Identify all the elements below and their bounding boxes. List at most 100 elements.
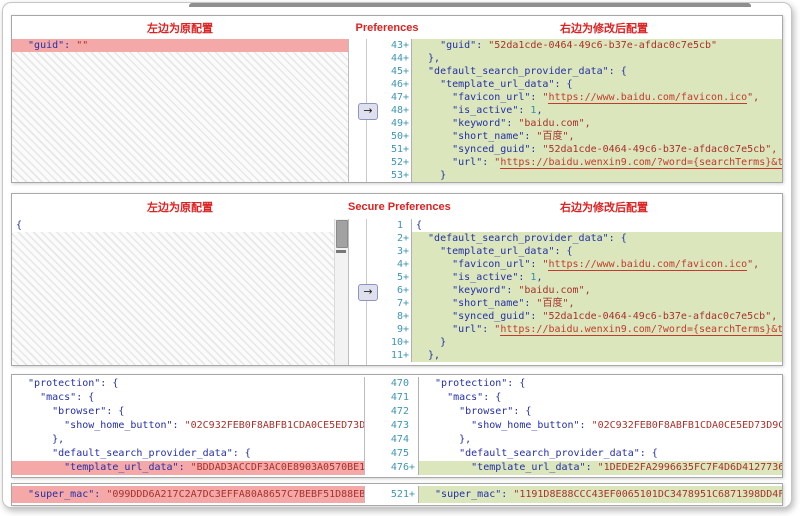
code-line: 2+ "default_search_provider_data": {: [385, 232, 782, 245]
code-line: 471 "macs": {: [373, 391, 782, 405]
code-line: "default_search_provider_data": {: [12, 447, 364, 461]
line-number: 44+: [385, 52, 412, 65]
code-text: }: [412, 336, 782, 349]
code-line: 470 "protection": {: [373, 377, 782, 391]
code-text: "template_url_data": {: [412, 245, 782, 258]
left-panel-caption: 左边为原配置: [12, 20, 348, 36]
secure-preferences-original-panel: {: [12, 219, 349, 365]
code-line: 11+ },: [385, 349, 782, 362]
code-line: 475 "default_search_provider_data": {: [373, 447, 782, 461]
line-number: 3+: [385, 245, 412, 258]
file-title: Preferences: [348, 22, 426, 34]
line-number: 1: [385, 219, 412, 232]
code-text: },: [412, 52, 782, 65]
code-line: "browser": {: [12, 405, 364, 419]
code-line: 52+ "url": "https://baidu.wenxin9.com/?w…: [385, 156, 782, 169]
line-number: 5+: [385, 271, 412, 284]
line-number: 2+: [385, 232, 412, 245]
code-text: "browser": {: [12, 405, 364, 419]
secure-preferences-modified-panel: 1 {2+ "default_search_provider_data": {3…: [385, 219, 782, 365]
preferences-header: 左边为原配置 Preferences 右边为修改后配置: [12, 16, 782, 39]
code-text: "show_home_button": "02C932FEB0F8ABFB1CD…: [419, 419, 782, 433]
right-panel-caption: 右边为修改后配置: [426, 199, 782, 215]
line-number: 472: [373, 405, 419, 419]
super-mac-diff-section: "super_mac": "099DDD6A217C2A7DC3EFFA80A8…: [11, 483, 783, 506]
code-line: 4+ "favicon_url": "https://www.baidu.com…: [385, 258, 782, 271]
line-number: 49+: [385, 117, 412, 130]
preferences-original-panel: "guid": "": [12, 39, 349, 182]
diff-gutter: →: [349, 39, 385, 182]
code-line: 43+ "guid": "52da1cde-0464-49c6-b37e-afd…: [385, 39, 782, 52]
protection-original-panel: "protection": { "macs": { "browser": { "…: [12, 377, 365, 475]
code-line: "template_url_data": "BDDAD3ACCDF3AC0E89…: [12, 461, 364, 475]
line-number: 7+: [385, 297, 412, 310]
line-number: 48+: [385, 104, 412, 117]
code-text: "template_url_data": {: [412, 78, 782, 91]
left-panel-caption: 左边为原配置: [12, 199, 348, 215]
code-text: "short_name": "百度",: [412, 297, 782, 310]
scrollbar-notch: [336, 250, 346, 253]
right-panel-caption: 右边为修改后配置: [426, 20, 782, 36]
code-line: 44+ },: [385, 52, 782, 65]
diff-tool-window: 左边为原配置 Preferences 右边为修改后配置 "guid": "" →…: [2, 2, 792, 508]
window-top-edge: [189, 3, 751, 7]
secure-preferences-diff-section: 左边为原配置 Secure Preferences 右边为修改后配置 { → 1…: [11, 193, 783, 366]
code-line: {: [12, 219, 348, 232]
code-text: "guid": "52da1cde-0464-49c6-b37e-afdac0c…: [412, 39, 782, 52]
code-line: 3+ "template_url_data": {: [385, 245, 782, 258]
line-number: 471: [373, 391, 419, 405]
line-number: 11+: [385, 349, 412, 362]
code-line: 8+ "synced_guid": "52da1cde-0464-49c6-b3…: [385, 310, 782, 323]
code-text: },: [419, 433, 782, 447]
merge-right-arrow-button[interactable]: →: [358, 284, 378, 301]
code-text: "protection": {: [419, 377, 782, 391]
code-text: "macs": {: [419, 391, 782, 405]
code-line: 51+ "synced_guid": "52da1cde-0464-49c6-b…: [385, 143, 782, 156]
line-number: 473: [373, 419, 419, 433]
protection-macs-diff-section: "protection": { "macs": { "browser": { "…: [11, 374, 783, 478]
diff-gutter: [365, 377, 373, 475]
code-text: "favicon_url": "https://www.baidu.com/fa…: [412, 258, 782, 271]
code-line: 473 "show_home_button": "02C932FEB0F8ABF…: [373, 419, 782, 433]
diff-gutter: →: [349, 219, 385, 365]
code-text: },: [412, 349, 782, 362]
line-number: 476+: [373, 461, 419, 475]
vertical-scrollbar[interactable]: [334, 219, 348, 365]
code-line: 46+ "template_url_data": {: [385, 78, 782, 91]
merge-right-arrow-button[interactable]: →: [358, 103, 378, 120]
code-line: 49+ "keyword": "baidu.com",: [385, 117, 782, 130]
line-number: 43+: [385, 39, 412, 52]
line-number: 52+: [385, 156, 412, 169]
code-line: 472 "browser": {: [373, 405, 782, 419]
line-number: 46+: [385, 78, 412, 91]
preferences-diff-section: 左边为原配置 Preferences 右边为修改后配置 "guid": "" →…: [11, 15, 783, 183]
line-number: 470: [373, 377, 419, 391]
code-text: },: [12, 433, 364, 447]
code-line: "guid": "": [12, 39, 348, 52]
code-line: 5+ "is_active": 1,: [385, 271, 782, 284]
code-text: "keyword": "baidu.com",: [412, 117, 782, 130]
secure-preferences-header: 左边为原配置 Secure Preferences 右边为修改后配置: [12, 194, 782, 219]
code-line: 10+ }: [385, 336, 782, 349]
code-line: 48+ "is_active": 1,: [385, 104, 782, 117]
code-line: 50+ "short_name": "百度",: [385, 130, 782, 143]
code-text: }: [412, 169, 782, 182]
code-line: "macs": {: [12, 391, 364, 405]
line-number: 53+: [385, 169, 412, 182]
line-number: 521+: [373, 486, 419, 503]
code-text: "keyword": "baidu.com",: [412, 284, 782, 297]
line-number: 9+: [385, 323, 412, 336]
code-text: "macs": {: [12, 391, 364, 405]
line-number: 47+: [385, 91, 412, 104]
super-mac-modified-panel: 521+ "super_mac": "1191D8E88CCC43EF00651…: [373, 486, 782, 503]
code-line: 474 },: [373, 433, 782, 447]
code-line: 7+ "short_name": "百度",: [385, 297, 782, 310]
super-mac-original-panel: "super_mac": "099DDD6A217C2A7DC3EFFA80A8…: [12, 486, 365, 503]
code-line: 1 {: [385, 219, 782, 232]
scrollbar-thumb[interactable]: [336, 220, 348, 248]
code-line: },: [12, 433, 364, 447]
code-text: "guid": "": [12, 39, 348, 52]
protection-modified-panel: 470 "protection": {471 "macs": {472 "bro…: [373, 377, 782, 475]
empty-diff-filler: [12, 52, 348, 182]
code-line: 476+ "template_url_data": "1DEDE2FA29966…: [373, 461, 782, 475]
